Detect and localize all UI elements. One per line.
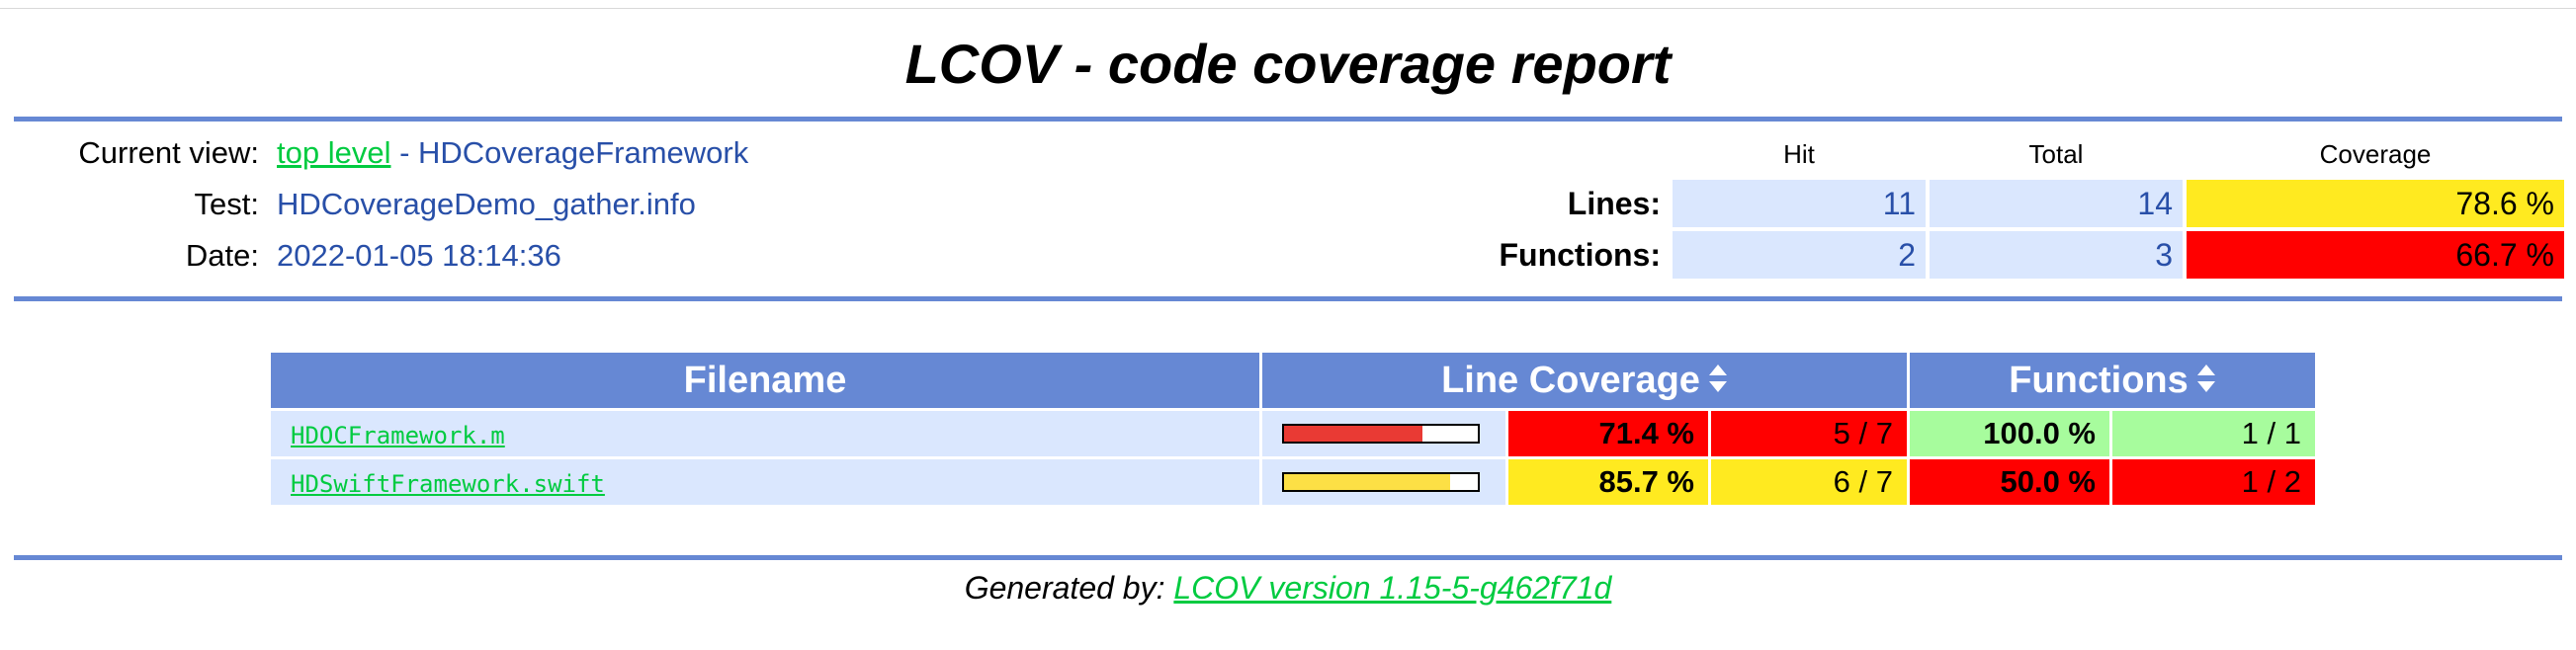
filename-column-header: Filename: [271, 353, 1259, 408]
coverage-bar-fill: [1284, 474, 1450, 490]
test-label: Test:: [194, 187, 259, 221]
summary-functions-coverage: 66.7 %: [2187, 231, 2564, 279]
sort-up-down-icon[interactable]: [2196, 355, 2216, 410]
table-row-filename: HDSwiftFramework.swift: [271, 459, 1259, 505]
top-level-link[interactable]: top level: [277, 135, 390, 170]
footer-divider: [14, 555, 2562, 560]
line-coverage-percent: 85.7 %: [1508, 459, 1708, 505]
summary-coverage-header: Coverage: [2319, 139, 2432, 169]
top-divider: [0, 8, 2576, 9]
header-divider-top: [14, 117, 2562, 122]
coverage-bar-fill: [1284, 426, 1422, 442]
function-coverage-ratio: 1 / 2: [2112, 459, 2315, 505]
summary-lines-hit: 11: [1673, 180, 1926, 227]
summary-functions-total: 3: [1930, 231, 2183, 279]
function-coverage-ratio: 1 / 1: [2112, 411, 2315, 456]
sort-up-down-icon[interactable]: [1708, 355, 1728, 410]
date-value: 2022-01-05 18:14:36: [277, 238, 561, 273]
date-label: Date:: [185, 238, 259, 273]
functions-column-header[interactable]: Functions: [1910, 353, 2315, 408]
summary-total-header: Total: [2028, 139, 2084, 169]
current-view-value: top level - HDCoverageFramework: [277, 131, 748, 175]
coverage-bar: [1282, 472, 1480, 492]
summary-hit-header: Hit: [1783, 139, 1815, 169]
coverage-bar: [1282, 424, 1480, 444]
header-divider-bottom: [14, 296, 2562, 301]
file-link[interactable]: HDOCFramework.m: [291, 422, 505, 449]
summary-functions-hit: 2: [1673, 231, 1926, 279]
current-view-label: Current view:: [78, 135, 259, 170]
function-coverage-percent: 50.0 %: [1910, 459, 2109, 505]
lcov-version-link[interactable]: LCOV version 1.15-5-g462f71d: [1173, 570, 1611, 606]
line-coverage-ratio: 5 / 7: [1711, 411, 1907, 456]
summary-lines-label: Lines:: [1567, 186, 1661, 221]
summary-lines-coverage: 78.6 %: [2187, 180, 2564, 227]
line-coverage-percent: 71.4 %: [1508, 411, 1708, 456]
table-row-filename: HDOCFramework.m: [271, 411, 1259, 456]
footer-prefix: Generated by:: [964, 570, 1174, 606]
footer: Generated by: LCOV version 1.15-5-g462f7…: [0, 563, 2576, 612]
current-view-path: - HDCoverageFramework: [390, 135, 749, 170]
coverage-bar-cell: [1262, 411, 1505, 456]
summary-functions-label: Functions:: [1499, 237, 1661, 273]
test-value: HDCoverageDemo_gather.info: [277, 187, 696, 221]
line-coverage-column-header[interactable]: Line Coverage: [1262, 353, 1907, 408]
line-coverage-ratio: 6 / 7: [1711, 459, 1907, 505]
line-coverage-header-label: Line Coverage: [1441, 360, 1700, 401]
function-coverage-percent: 100.0 %: [1910, 411, 2109, 456]
functions-header-label: Functions: [2009, 360, 2189, 401]
file-link[interactable]: HDSwiftFramework.swift: [291, 470, 605, 498]
page-title: LCOV - code coverage report: [904, 33, 1672, 95]
summary-lines-total: 14: [1930, 180, 2183, 227]
coverage-bar-cell: [1262, 459, 1505, 505]
